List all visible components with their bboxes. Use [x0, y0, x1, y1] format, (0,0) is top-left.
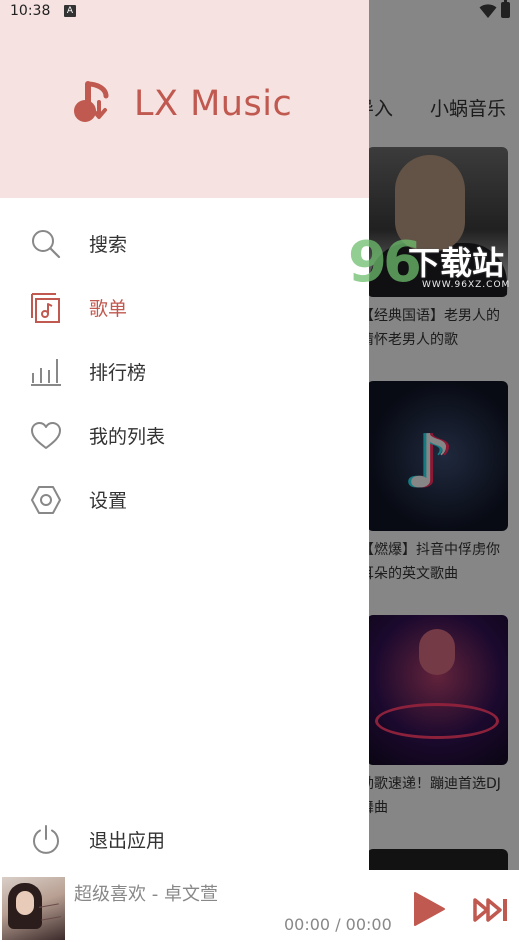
notification-badge-icon: A	[64, 5, 76, 17]
menu-item-playlist[interactable]: 歌单	[0, 280, 369, 336]
status-bar: 10:38 A	[0, 0, 519, 24]
next-track-button[interactable]	[472, 895, 510, 925]
menu-item-label: 设置	[89, 490, 128, 512]
track-time: 00:00 / 00:00	[284, 915, 392, 934]
power-icon	[33, 825, 59, 854]
search-icon	[32, 230, 61, 259]
status-time: 10:38	[10, 3, 51, 19]
menu-item-settings[interactable]: 设置	[0, 472, 369, 528]
navigation-drawer: LX Music 搜索 歌单 排行榜 我的列表 设置 退出应用	[0, 0, 369, 870]
menu-item-label: 我的列表	[89, 426, 166, 448]
drawer-header: LX Music	[0, 0, 369, 198]
menu-item-label: 搜索	[89, 234, 128, 256]
album-art[interactable]	[2, 877, 65, 940]
menu-item-label: 排行榜	[89, 362, 147, 384]
menu-item-exit-app[interactable]: 退出应用	[0, 812, 369, 868]
app-name: LX Music	[134, 84, 293, 124]
menu-item-label: 退出应用	[89, 830, 166, 852]
heart-icon	[31, 422, 61, 449]
wifi-icon	[479, 4, 497, 18]
menu-item-label: 歌单	[89, 298, 128, 320]
playlist-icon	[31, 293, 60, 323]
watermark: 96 下载站 WWW.96XZ.COM	[348, 230, 518, 296]
track-title[interactable]: 超级喜欢 - 卓文萱	[74, 880, 218, 906]
play-button[interactable]	[410, 891, 446, 927]
settings-icon	[31, 486, 61, 514]
menu-item-search[interactable]: 搜索	[0, 216, 369, 272]
player-bar: 超级喜欢 - 卓文萱 00:00 / 00:00	[0, 870, 519, 942]
menu-item-my-list[interactable]: 我的列表	[0, 408, 369, 464]
menu-item-leaderboard[interactable]: 排行榜	[0, 344, 369, 400]
watermark-text: 下载站	[408, 244, 505, 282]
leaderboard-icon	[31, 359, 61, 386]
app-logo-icon	[74, 81, 109, 122]
battery-icon	[501, 0, 510, 18]
watermark-url: WWW.96XZ.COM	[422, 280, 511, 290]
